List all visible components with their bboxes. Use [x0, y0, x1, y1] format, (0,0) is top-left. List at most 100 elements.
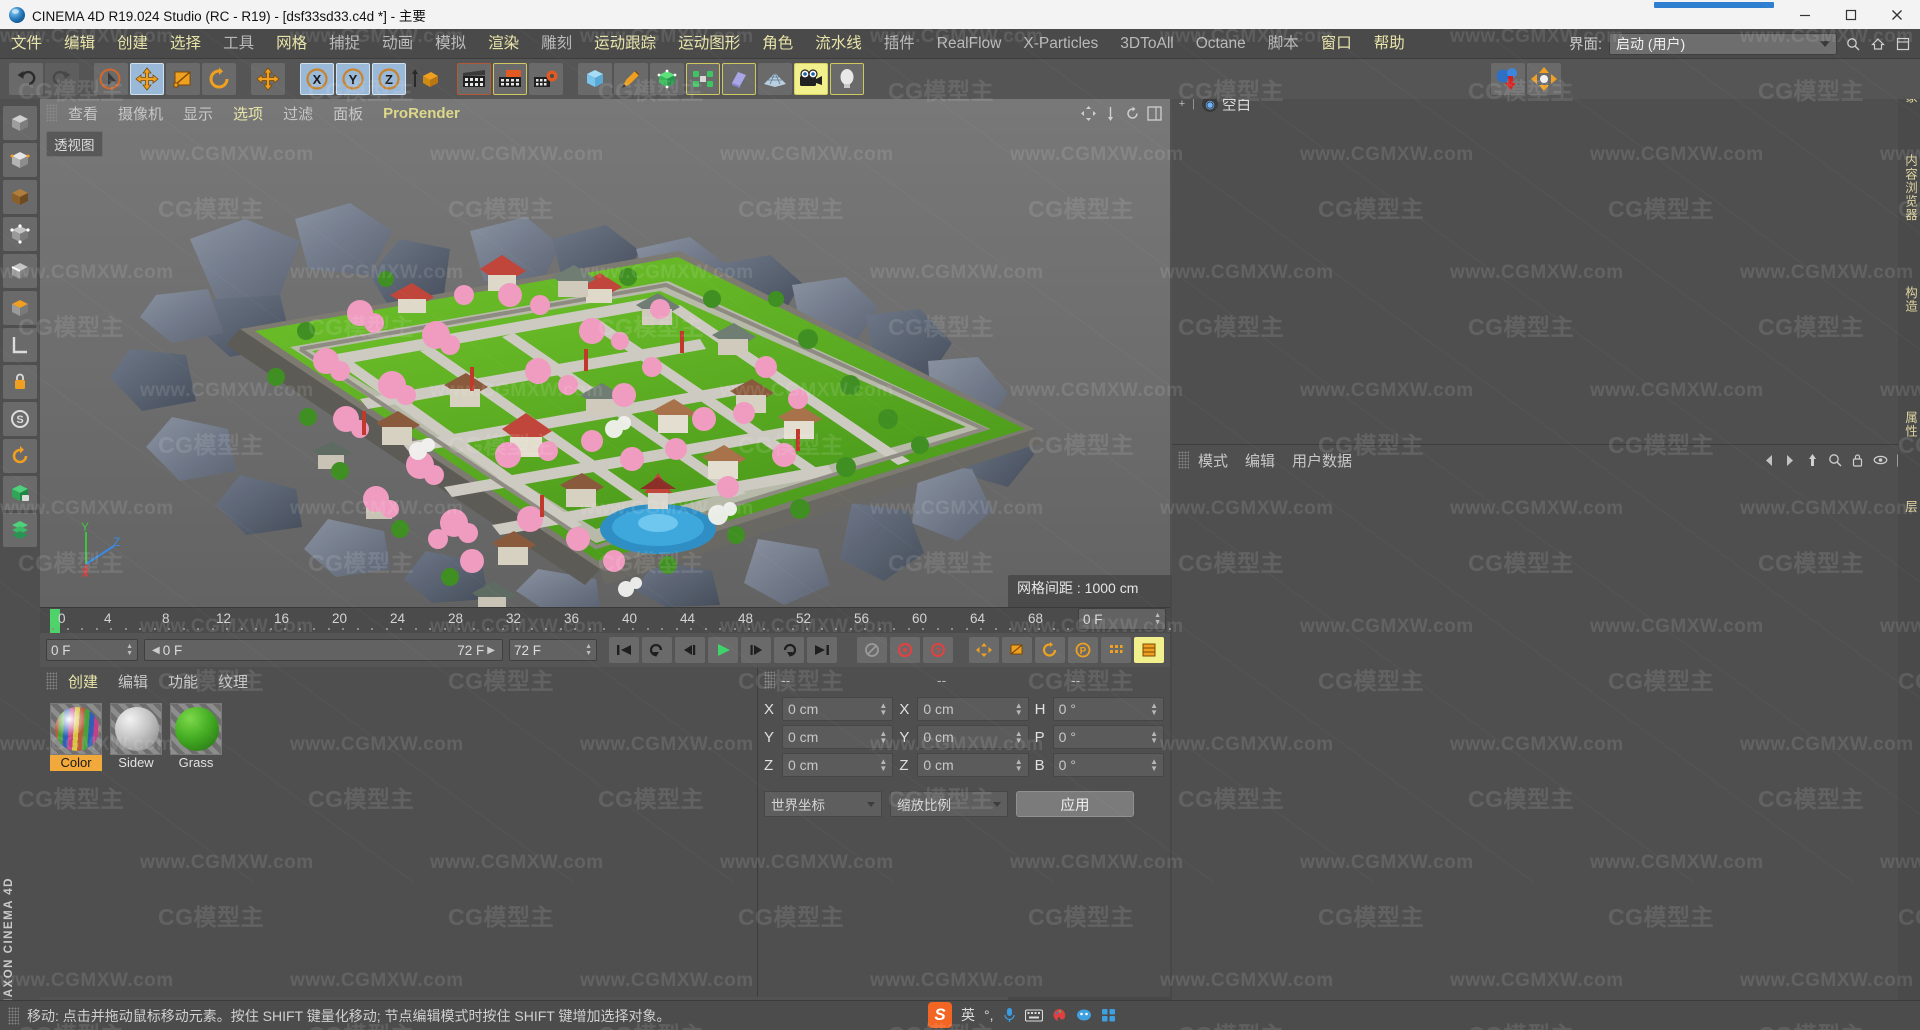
key-type-controls[interactable]: P — [969, 637, 1164, 663]
material-menu-create[interactable]: 创建 — [59, 671, 107, 692]
redo-button[interactable] — [45, 63, 79, 95]
step-back-icon[interactable] — [675, 637, 705, 663]
position-y-field[interactable]: Y 0 cm ▲ ▼ — [764, 725, 894, 749]
layout-select[interactable]: 启动 (用户) — [1609, 32, 1837, 55]
workplane-icon[interactable] — [3, 328, 37, 362]
rotation-key-icon[interactable] — [1035, 637, 1065, 663]
skip-end-icon[interactable] — [807, 637, 837, 663]
cube-icon[interactable] — [578, 63, 612, 95]
attribute-manager[interactable]: 模式 编辑 用户数据 — [1172, 444, 1920, 1030]
light-icon[interactable] — [830, 63, 864, 95]
prev-key-icon[interactable] — [642, 637, 672, 663]
step-forward-icon[interactable] — [741, 637, 771, 663]
pla-icon[interactable] — [1101, 637, 1131, 663]
record-dim-icon[interactable] — [857, 637, 887, 663]
viewport-menu-options[interactable]: 选项 — [224, 103, 272, 124]
four-arrows-icon[interactable] — [1527, 63, 1561, 95]
play-icon[interactable] — [708, 637, 738, 663]
menu-item-plugins[interactable]: 插件 — [873, 29, 926, 59]
viewport-menu-filter[interactable]: 过滤 — [274, 103, 322, 124]
range-left-arrow-icon[interactable]: ◀ — [149, 645, 163, 656]
viewport-menu-display[interactable]: 显示 — [174, 103, 222, 124]
position-x-field[interactable]: X 0 cm ▲ ▼ — [764, 697, 894, 721]
position-z-field[interactable]: Z 0 cm ▲ ▼ — [764, 753, 894, 777]
panel-grip-icon[interactable] — [764, 671, 775, 689]
maximize-view-icon[interactable] — [1147, 105, 1162, 121]
coordinate-actions[interactable]: 世界坐标 缩放比例 应用 — [758, 781, 1170, 817]
material-sphere-icon[interactable] — [1491, 63, 1525, 95]
menu-item-help[interactable]: 帮助 — [1363, 29, 1416, 59]
expand-toggle-icon[interactable]: + — [1176, 98, 1188, 110]
menu-item-script[interactable]: 脚本 — [1257, 29, 1310, 59]
axis-y-icon[interactable]: Y — [336, 63, 370, 95]
keyboard-icon[interactable] — [1024, 1008, 1043, 1022]
apply-button[interactable]: 应用 — [1016, 791, 1134, 817]
coordinate-row[interactable]: Y 0 cm ▲ ▼ Y 0 cm ▲ ▼ P 0 ° ▲ ▼ — [764, 725, 1164, 749]
size-y-field[interactable]: Y 0 cm ▲ ▼ — [899, 725, 1029, 749]
current-frame-display[interactable]: 0 F ▲ ▼ — [1078, 608, 1166, 630]
left-tool-rail[interactable]: S MAXON CINEMA 4D — [0, 99, 40, 1030]
model-mode-icon[interactable] — [3, 106, 37, 140]
pan-view-icon[interactable] — [1103, 106, 1118, 121]
menu-item-snap[interactable]: 捕捉 — [318, 29, 371, 59]
viewport-menu-bar[interactable]: 查看 摄像机 显示 选项 过滤 面板 ProRender — [40, 99, 1170, 127]
rotation-b-field[interactable]: B 0 ° ▲ ▼ — [1035, 753, 1164, 777]
rotate-view-icon[interactable] — [1125, 106, 1140, 121]
material-manager[interactable]: 创建 编辑 功能 纹理 Color Sidew Grass — [40, 667, 758, 997]
world-object-icon[interactable] — [408, 63, 442, 95]
coordinate-row[interactable]: Z 0 cm ▲ ▼ Z 0 cm ▲ ▼ B 0 ° ▲ ▼ — [764, 753, 1164, 777]
side-tab-structure[interactable]: 构造 — [1898, 278, 1920, 321]
dopesheet-icon[interactable] — [1134, 637, 1164, 663]
menu-item-octane[interactable]: Octane — [1185, 29, 1257, 59]
rotation-h-field[interactable]: H 0 ° ▲ ▼ — [1035, 697, 1164, 721]
viewport-solo-icon[interactable] — [3, 439, 37, 473]
render-settings-icon[interactable] — [529, 63, 563, 95]
polygons-mode-icon[interactable] — [3, 291, 37, 325]
pen-spline-icon[interactable] — [614, 63, 648, 95]
panel-grip-icon[interactable] — [46, 104, 57, 122]
material-name[interactable]: Sidew — [110, 755, 162, 771]
main-toolbar[interactable]: X Y Z — [0, 59, 1920, 99]
array-icon[interactable] — [686, 63, 720, 95]
range-right-arrow-icon[interactable]: ▶ — [484, 645, 498, 656]
mic-icon[interactable] — [1003, 1007, 1016, 1023]
menu-item-edit[interactable]: 编辑 — [53, 29, 106, 59]
material-preview[interactable] — [110, 703, 162, 755]
material-item[interactable]: Sidew — [110, 703, 162, 771]
panel-grip-icon[interactable] — [1178, 451, 1189, 469]
menu-item-character[interactable]: 角色 — [751, 29, 804, 59]
panel-grip-icon[interactable] — [8, 1006, 19, 1025]
attribute-manager-menu[interactable]: 模式 编辑 用户数据 — [1172, 445, 1920, 475]
side-tab-attributes[interactable]: 属性 — [1898, 403, 1920, 446]
rotation-p-input[interactable]: 0 ° ▲ ▼ — [1052, 725, 1164, 749]
ime-mode-label[interactable]: 英 — [961, 1005, 975, 1025]
sogou-logo-icon[interactable]: S — [928, 1002, 952, 1028]
scale-mode-select[interactable]: 缩放比例 — [890, 791, 1008, 817]
position-key-icon[interactable] — [969, 637, 999, 663]
coordinate-fields[interactable]: X 0 cm ▲ ▼ X 0 cm ▲ ▼ H 0 ° ▲ ▼ Y 0 cm ▲ ▼ — [758, 693, 1170, 777]
material-item[interactable]: Color — [50, 703, 102, 771]
axis-lock-icon[interactable] — [3, 365, 37, 399]
material-manager-menu[interactable]: 创建 编辑 功能 纹理 — [40, 667, 757, 695]
emoji-icon[interactable] — [1076, 1008, 1092, 1022]
question-red-icon[interactable]: ? — [923, 637, 953, 663]
layout-icon[interactable] — [1894, 35, 1912, 53]
live-selection-icon[interactable] — [94, 63, 128, 95]
layers-icon[interactable] — [3, 513, 37, 547]
minimize-button[interactable] — [1782, 0, 1828, 29]
menu-item-render[interactable]: 渲染 — [477, 29, 530, 59]
search-icon[interactable] — [1844, 35, 1862, 53]
size-y-input[interactable]: 0 cm ▲ ▼ — [917, 725, 1029, 749]
bend-deformer-icon[interactable] — [722, 63, 756, 95]
move-icon[interactable] — [130, 63, 164, 95]
side-tab-content-browser[interactable]: 内容浏览器 — [1898, 146, 1920, 230]
move-axis-icon[interactable] — [251, 63, 285, 95]
points-mode-icon[interactable] — [3, 217, 37, 251]
spinner-icon[interactable]: ▲ ▼ — [879, 758, 887, 773]
spinner-icon[interactable]: ▲ ▼ — [1154, 612, 1161, 626]
rotation-p-field[interactable]: P 0 ° ▲ ▼ — [1035, 725, 1164, 749]
spinner-icon[interactable]: ▲ ▼ — [1150, 702, 1158, 717]
position-z-input[interactable]: 0 cm ▲ ▼ — [782, 753, 894, 777]
menu-item-realflow[interactable]: RealFlow — [926, 29, 1013, 59]
spinner-icon[interactable]: ▲ ▼ — [585, 643, 592, 657]
